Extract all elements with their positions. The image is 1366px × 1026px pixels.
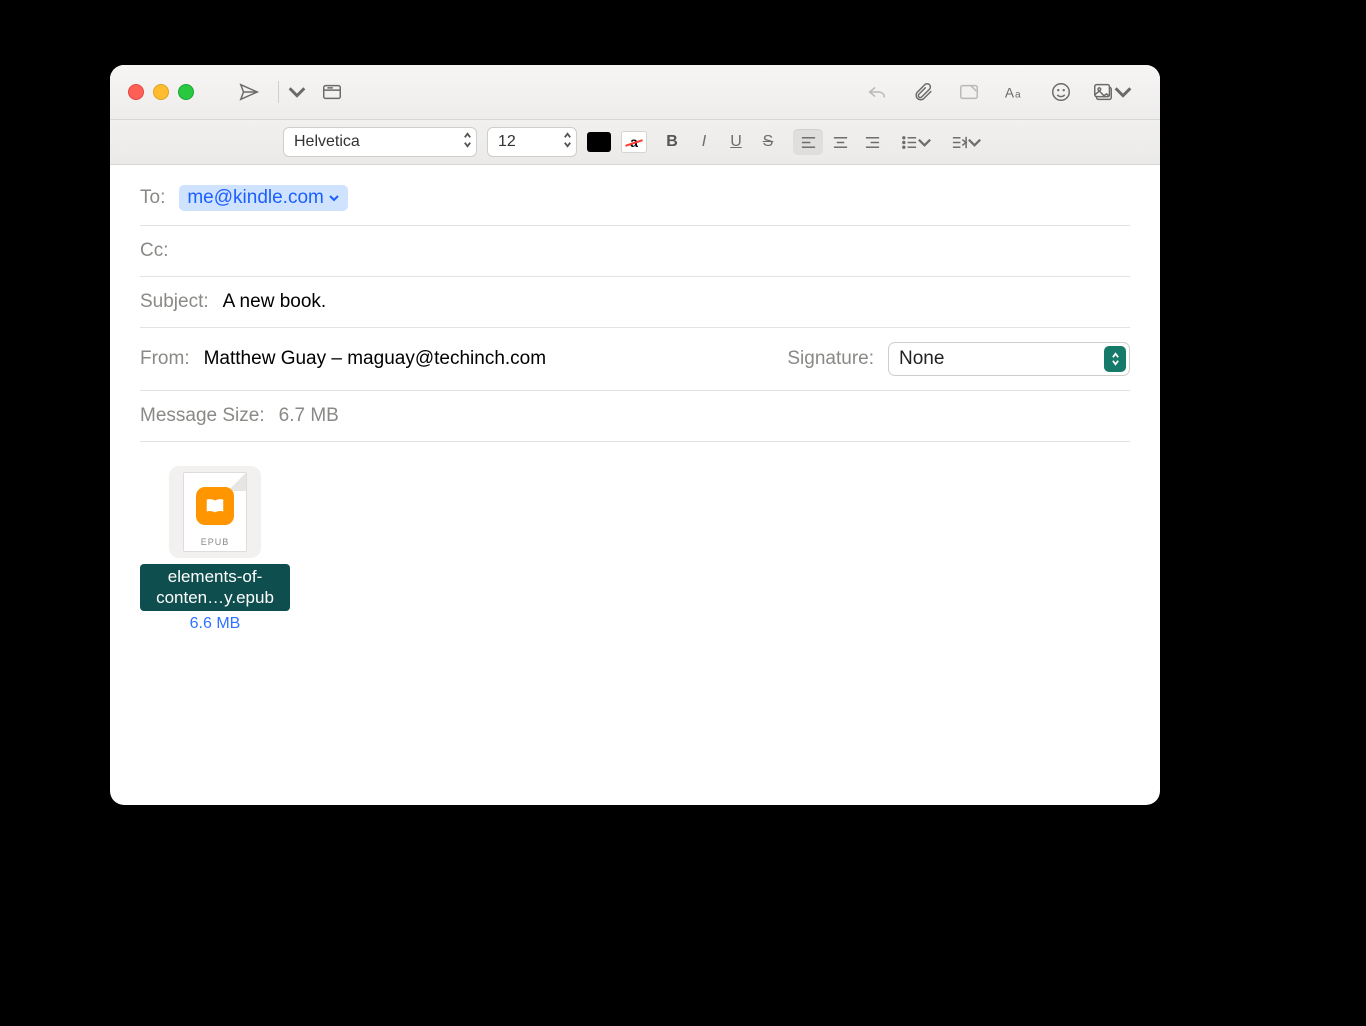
signature-value: None [899, 348, 944, 370]
markup-icon [958, 81, 980, 103]
size-row: Message Size: 6.7 MB [140, 391, 1130, 442]
format-bar: Helvetica 12 a B I U S [110, 120, 1160, 165]
recipient-chip[interactable]: me@kindle.com [179, 185, 348, 211]
paperclip-icon [912, 81, 934, 103]
chevron-down-icon [916, 134, 933, 151]
strike-button[interactable]: S [753, 129, 783, 155]
paper-plane-icon [238, 81, 260, 103]
signature-label: Signature: [787, 348, 874, 370]
chevron-down-icon [328, 192, 340, 204]
size-value: 6.7 MB [279, 405, 339, 427]
font-size-value: 12 [498, 133, 516, 151]
window-controls [128, 84, 194, 100]
signature-select[interactable]: None [888, 342, 1130, 376]
to-label: To: [140, 187, 165, 209]
align-center-icon [832, 134, 849, 151]
recipient-email: me@kindle.com [187, 187, 324, 209]
bg-color-button[interactable]: a [621, 131, 647, 153]
stepper-arrows-icon [463, 131, 472, 149]
to-row[interactable]: To: me@kindle.com [140, 171, 1130, 226]
svg-text:a: a [1015, 90, 1021, 101]
bold-button[interactable]: B [657, 129, 687, 155]
emoji-button[interactable] [1038, 75, 1084, 109]
minimize-window-button[interactable] [153, 84, 169, 100]
align-left-button[interactable] [793, 129, 823, 155]
photo-icon [1092, 81, 1114, 103]
attachment-thumbnail: EPUB [169, 466, 261, 558]
align-right-button[interactable] [857, 129, 887, 155]
toolbar-separator [278, 81, 279, 103]
align-right-icon [864, 134, 881, 151]
emoji-icon [1050, 81, 1072, 103]
list-style-button[interactable] [897, 129, 937, 155]
subject-value: A new book. [223, 291, 327, 313]
text-style-group: B I U S [657, 129, 783, 155]
align-center-button[interactable] [825, 129, 855, 155]
book-icon [196, 487, 234, 525]
stepper-arrows-icon [563, 131, 572, 149]
list-header-icon [321, 81, 343, 103]
attachment[interactable]: EPUB elements-of-conten…y.epub 6.6 MB [140, 466, 290, 633]
markup-button[interactable] [946, 75, 992, 109]
text-format-icon: Aa [1004, 81, 1026, 103]
header-fields-button[interactable] [309, 75, 355, 109]
reply-button[interactable] [854, 75, 900, 109]
from-value[interactable]: Matthew Guay – maguay@techinch.com [204, 348, 546, 370]
svg-text:A: A [1005, 86, 1015, 101]
titlebar: Aa [110, 65, 1160, 120]
chevron-down-icon [966, 134, 983, 151]
attachment-filename: elements-of-conten…y.epub [140, 564, 290, 611]
format-button[interactable]: Aa [992, 75, 1038, 109]
chevron-down-icon [286, 81, 308, 103]
from-row: From: Matthew Guay – maguay@techinch.com… [140, 328, 1130, 391]
align-group [793, 129, 887, 155]
indent-button[interactable] [947, 129, 987, 155]
size-label: Message Size: [140, 405, 265, 427]
font-size-select[interactable]: 12 [487, 127, 577, 157]
send-button[interactable] [226, 75, 272, 109]
message-body[interactable]: EPUB elements-of-conten…y.epub 6.6 MB [110, 442, 1160, 805]
subject-label: Subject: [140, 291, 209, 313]
italic-button[interactable]: I [689, 129, 719, 155]
underline-button[interactable]: U [721, 129, 751, 155]
compose-window: Aa Helvetica 12 a B I [110, 65, 1160, 805]
subject-row[interactable]: Subject: A new book. [140, 277, 1130, 328]
file-type-badge: EPUB [184, 537, 246, 547]
cc-label: Cc: [140, 240, 169, 262]
photo-browser-button[interactable] [1084, 75, 1142, 109]
text-color-button[interactable] [587, 132, 611, 152]
cc-row[interactable]: Cc: [140, 226, 1130, 277]
attachment-filesize: 6.6 MB [140, 615, 290, 633]
select-arrows-icon [1104, 346, 1126, 372]
font-family-value: Helvetica [294, 133, 360, 151]
close-window-button[interactable] [128, 84, 144, 100]
reply-icon [866, 81, 888, 103]
from-label: From: [140, 348, 190, 370]
chevron-down-icon [1112, 81, 1134, 103]
send-options-button[interactable] [285, 75, 309, 109]
attach-button[interactable] [900, 75, 946, 109]
align-left-icon [800, 134, 817, 151]
zoom-window-button[interactable] [178, 84, 194, 100]
font-family-select[interactable]: Helvetica [283, 127, 477, 157]
header-fields: To: me@kindle.com Cc: Subject: A new boo… [110, 165, 1160, 442]
